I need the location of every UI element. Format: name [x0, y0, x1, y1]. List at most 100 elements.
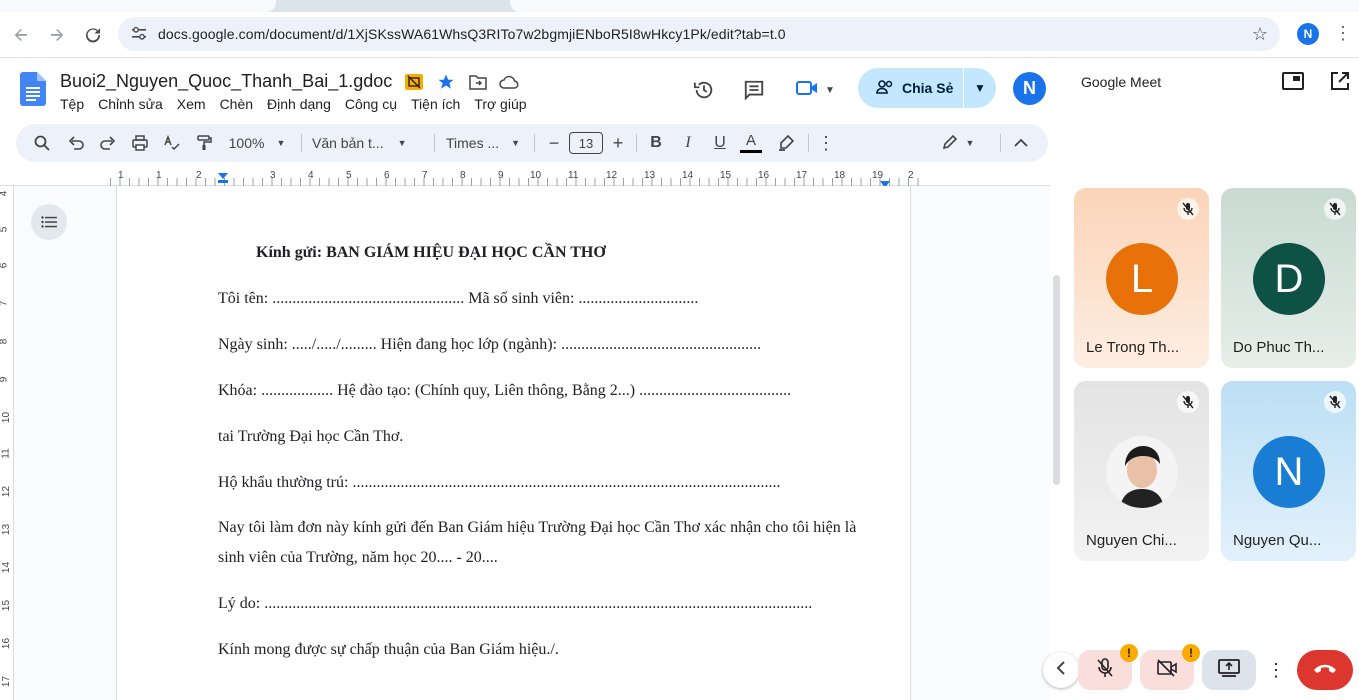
zoom-select[interactable]: 100% ▼ [224, 124, 290, 162]
document-page[interactable]: Kính gửi: BAN GIÁM HIỆU ĐẠI HỌC CẦN THƠ … [116, 186, 911, 700]
font-select[interactable]: Times ... ▼ [446, 124, 526, 162]
back-icon[interactable] [10, 24, 32, 46]
mic-off-icon [1177, 198, 1199, 220]
font-size-value: 13 [569, 132, 603, 154]
increase-font-size-button[interactable]: + [608, 124, 628, 162]
collapse-panel-button[interactable] [1043, 652, 1079, 688]
docs-logo-icon[interactable] [20, 72, 46, 106]
menu-edit[interactable]: Chỉnh sửa [98, 96, 163, 112]
menu-tools[interactable]: Công cụ [345, 96, 397, 112]
ruler-label: 17 [1, 675, 13, 688]
ruler-label: 13 [644, 170, 656, 181]
underline-icon[interactable]: U [708, 124, 732, 162]
style-select[interactable]: Văn bản t... ▼ [312, 124, 418, 162]
more-tools-icon[interactable]: ⋮ [816, 124, 836, 162]
ruler-label: 6 [0, 263, 9, 269]
document-canvas: Kính gửi: BAN GIÁM HIỆU ĐẠI HỌC CẦN THƠ … [14, 186, 1050, 700]
star-icon[interactable] [436, 72, 456, 92]
document-scrollbar[interactable] [1053, 275, 1060, 485]
share-button[interactable]: Chia Sẻ ▼ [858, 68, 996, 108]
browser-tab-active[interactable] [510, 0, 1359, 12]
star-icon[interactable]: ☆ [1252, 24, 1268, 45]
menu-format[interactable]: Định dạng [267, 96, 331, 112]
ruler-label: 9 [0, 377, 9, 383]
mic-toggle-button[interactable]: ! [1078, 644, 1138, 690]
doc-paragraph: Hộ khẩu thường trú: ....................… [218, 474, 781, 491]
camera-off-icon [1156, 658, 1178, 682]
browser-menu-icon[interactable]: ⋮ [1334, 23, 1352, 44]
ruler-label: 4 [308, 170, 314, 181]
decrease-font-size-button[interactable]: − [544, 124, 564, 162]
warning-badge: ! [1120, 644, 1138, 662]
account-avatar[interactable]: N [1013, 72, 1046, 105]
editing-mode-button[interactable]: ▼ [936, 124, 980, 162]
vertical-ruler[interactable]: 4 5 6 7 8 9 10 11 12 13 14 15 16 17 [0, 186, 14, 700]
pip-icon[interactable] [1282, 72, 1304, 95]
right-indent-marker[interactable] [880, 176, 890, 188]
doc-paragraph: tai Trường Đại học Cần Thơ. [218, 428, 404, 445]
participant-tile[interactable]: N Nguyen Qu... [1221, 381, 1356, 561]
end-call-icon [1312, 661, 1338, 679]
menu-view[interactable]: Xem [177, 96, 206, 112]
doc-paragraph: Lý do: .................................… [218, 595, 813, 612]
leave-call-button[interactable] [1297, 650, 1353, 690]
print-icon[interactable] [128, 124, 152, 162]
move-folder-icon[interactable] [468, 72, 488, 92]
ruler-label: 16 [1, 637, 13, 650]
font-size-input[interactable]: 13 [569, 124, 603, 162]
spellcheck-icon[interactable] [160, 124, 184, 162]
cloud-status-icon[interactable] [499, 72, 519, 92]
document-title[interactable]: Buoi2_Nguyen_Quoc_Thanh_Bai_1.gdoc [60, 71, 392, 92]
omnibox[interactable]: docs.google.com/document/d/1XjSKssWA61Wh… [118, 17, 1280, 51]
menu-insert[interactable]: Chèn [220, 96, 253, 112]
participant-name: Nguyen Chi... [1086, 532, 1177, 549]
participant-tile[interactable]: L Le Trong Th... [1074, 188, 1209, 368]
participant-tile[interactable]: Nguyen Chi... [1074, 381, 1209, 561]
doc-paragraph: Tôi tên: ...............................… [218, 290, 699, 307]
italic-icon[interactable]: I [676, 124, 700, 162]
camera-toggle-button[interactable]: ! [1140, 644, 1200, 690]
meet-title: Google Meet [1081, 74, 1162, 90]
video-call-button[interactable]: ▼ [790, 76, 840, 104]
ruler-label: 8 [0, 339, 9, 345]
ruler-label: 6 [384, 170, 390, 181]
bold-icon[interactable]: B [644, 124, 668, 162]
undo-icon[interactable] [64, 124, 88, 162]
profile-avatar[interactable]: N [1297, 23, 1319, 45]
mic-off-icon [1324, 391, 1346, 413]
highlight-icon[interactable] [774, 124, 798, 162]
avatar: N [1253, 436, 1325, 508]
paint-format-icon[interactable] [192, 124, 216, 162]
browser-tab[interactable] [0, 0, 276, 12]
doc-paragraph: Kính mong được sự chấp thuận của Ban Giá… [218, 641, 559, 658]
search-icon[interactable] [30, 124, 54, 162]
menu-file[interactable]: Tệp [60, 96, 84, 112]
comment-icon[interactable] [740, 76, 768, 104]
offline-badge-icon[interactable] [404, 72, 424, 92]
collapse-toolbar-icon[interactable] [1010, 124, 1032, 162]
menu-extensions[interactable]: Tiện ích [411, 96, 460, 112]
mic-off-icon [1324, 198, 1346, 220]
present-button[interactable] [1202, 650, 1256, 690]
forward-icon[interactable] [46, 24, 68, 46]
reload-icon[interactable] [82, 24, 104, 46]
history-icon[interactable] [690, 76, 718, 104]
more-options-icon[interactable]: ⋮ [1264, 650, 1288, 690]
text-color-icon[interactable]: A [738, 124, 764, 162]
left-indent-marker[interactable] [217, 170, 229, 183]
document-heading: Kính gửi: BAN GIÁM HIỆU ĐẠI HỌC CẦN THƠ [256, 244, 606, 261]
redo-icon[interactable] [96, 124, 120, 162]
url-text[interactable]: docs.google.com/document/d/1XjSKssWA61Wh… [158, 26, 786, 42]
menu-help[interactable]: Trợ giúp [474, 96, 526, 112]
tune-icon[interactable] [128, 26, 150, 43]
chevron-down-icon[interactable]: ▼ [964, 81, 996, 95]
open-in-new-icon[interactable] [1330, 71, 1350, 96]
ruler-label: 18 [834, 170, 846, 181]
participant-tile[interactable]: D Do Phuc Th... [1221, 188, 1356, 368]
ruler-label: 11 [0, 448, 12, 459]
ruler-label: 10 [1, 411, 13, 424]
horizontal-ruler[interactable]: 1 1 2 3 4 5 6 7 8 9 10 11 12 13 14 15 16… [0, 168, 1050, 188]
zoom-value: 100% [228, 135, 265, 151]
ruler-label: 7 [422, 170, 428, 181]
outline-icon[interactable] [31, 204, 67, 240]
